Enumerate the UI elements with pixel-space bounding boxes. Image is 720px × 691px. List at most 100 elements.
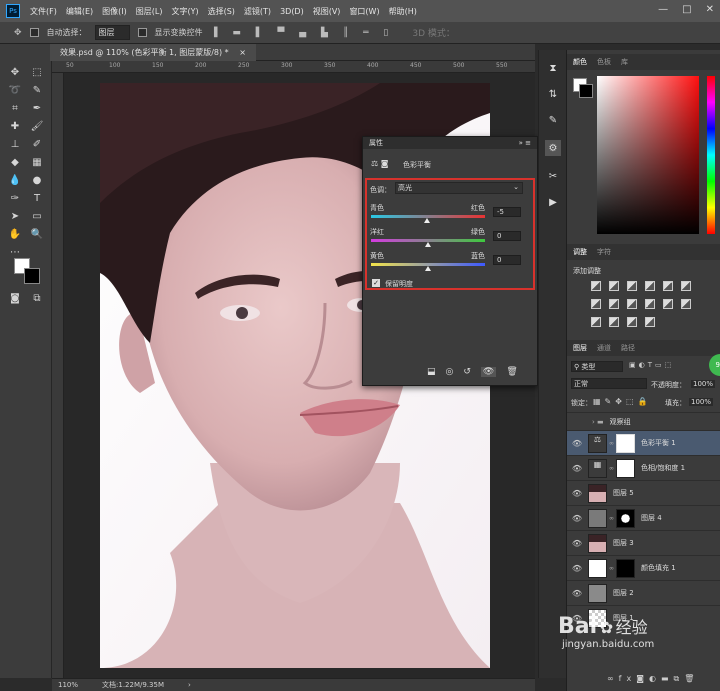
delete-icon[interactable]: 🗑 <box>506 367 517 377</box>
lookup-icon[interactable] <box>663 299 673 309</box>
tone-dropdown[interactable]: 高光 ⌄ <box>395 182 523 194</box>
posterize-icon[interactable] <box>591 317 601 327</box>
show-transform-checkbox[interactable] <box>137 28 147 37</box>
minimize-button[interactable]: — <box>658 4 668 15</box>
menu-help[interactable]: 帮助(H) <box>389 6 417 17</box>
color-balance-icon[interactable] <box>591 299 601 309</box>
panel-menu-icon[interactable]: » ≡ <box>519 139 531 147</box>
document-tab[interactable]: 效果.psd @ 110% (色彩平衡 1, 图层蒙版/8) * × <box>50 44 256 61</box>
layer-kind-filter[interactable]: ⚲ 类型 <box>571 361 623 372</box>
menu-file[interactable]: 文件(F) <box>30 6 57 17</box>
layer-row[interactable]: 👁 图层 2 <box>567 580 720 605</box>
move-icon[interactable]: ✥ <box>6 64 24 80</box>
fill-value[interactable]: 100% <box>689 398 714 406</box>
slider-thumb[interactable] <box>423 218 430 223</box>
pen-icon[interactable]: ✑ <box>6 190 24 206</box>
marquee-icon[interactable]: ⬚ <box>28 64 46 80</box>
tab-paths[interactable]: 路径 <box>621 343 635 353</box>
mixer-icon[interactable] <box>645 299 655 309</box>
auto-select-dropdown[interactable]: 图层 <box>94 25 130 40</box>
slider-thumb[interactable] <box>425 242 431 247</box>
invert-icon[interactable] <box>681 299 691 309</box>
eyedropper-icon[interactable]: ✒ <box>28 100 46 116</box>
eye-icon[interactable]: 👁 <box>570 539 584 548</box>
dodge-icon[interactable]: ● <box>28 172 46 188</box>
eye-icon[interactable]: 👁 <box>570 464 584 473</box>
layer-row-selected[interactable]: 👁 ⚖ ∞ 色彩平衡 1 <box>567 430 720 455</box>
tab-adjustments[interactable]: 调整 <box>573 247 587 257</box>
hue-icon[interactable] <box>681 281 691 291</box>
lasso-icon[interactable]: ➰ <box>6 82 24 98</box>
curves-icon[interactable] <box>627 281 637 291</box>
properties-icon[interactable]: ⚙ <box>545 140 561 156</box>
gradient-map-icon[interactable] <box>627 317 637 327</box>
vibrance-icon[interactable] <box>663 281 673 291</box>
crop-icon[interactable]: ⌗ <box>6 100 24 116</box>
zoom-icon[interactable]: 🔍 <box>28 226 46 242</box>
layer-row[interactable]: › ▬ 观察组 <box>567 412 720 430</box>
tab-character[interactable]: 字符 <box>597 247 611 257</box>
eye-icon[interactable]: 👁 <box>570 564 584 573</box>
move-tool-icon[interactable]: ✥ <box>14 28 22 38</box>
mask-thumb[interactable] <box>616 508 635 528</box>
notification-badge[interactable]: 99 <box>709 354 720 376</box>
magenta-green-value[interactable]: 0 <box>493 231 521 241</box>
bg-swatch[interactable] <box>579 84 593 98</box>
background-color[interactable] <box>24 268 40 284</box>
mask-thumb[interactable] <box>616 433 635 453</box>
opacity-value[interactable]: 100% <box>691 380 716 388</box>
visibility-icon[interactable]: 👁 <box>480 367 497 377</box>
quick-mask-icon[interactable]: ◙ <box>6 290 24 306</box>
levels-icon[interactable] <box>609 281 619 291</box>
menu-type[interactable]: 文字(Y) <box>171 6 198 17</box>
auto-select-checkbox[interactable] <box>29 28 39 37</box>
rectangle-icon[interactable]: ▭ <box>28 208 46 224</box>
yellow-blue-slider[interactable] <box>371 263 485 271</box>
menu-layer[interactable]: 图层(L) <box>136 6 163 17</box>
tab-layers[interactable]: 图层 <box>573 343 587 353</box>
color-field[interactable] <box>597 76 699 234</box>
stamp-icon[interactable]: ⊥ <box>6 136 24 152</box>
clip-icon[interactable]: ⬓ <box>427 367 436 377</box>
photo-filter-icon[interactable] <box>627 299 637 309</box>
close-button[interactable]: ✕ <box>706 4 714 15</box>
layer-row[interactable]: 👁 图层 3 <box>567 530 720 555</box>
menu-image[interactable]: 图像(I) <box>102 6 127 17</box>
play-icon[interactable]: ▶ <box>545 194 561 210</box>
maximize-button[interactable]: □ <box>682 4 691 15</box>
history-icon[interactable]: ⧗ <box>545 60 561 76</box>
view-previous-icon[interactable]: ◎ <box>446 367 454 377</box>
zoom-level[interactable]: 110% <box>58 681 78 689</box>
hand-icon[interactable]: ✋ <box>6 226 24 242</box>
align-icons[interactable]: ▐ ▬ ▌ ▀ ▄ ▙ ║ ═ ▯ <box>211 28 395 38</box>
layers-footer-icons[interactable]: ∞fx◙◐▬⧉🗑 <box>607 674 699 684</box>
mask-thumb[interactable] <box>616 558 635 578</box>
menu-3d[interactable]: 3D(D) <box>280 7 304 16</box>
layer-row[interactable]: 👁 图层 5 <box>567 480 720 505</box>
menu-view[interactable]: 视图(V) <box>313 6 341 17</box>
menu-filter[interactable]: 滤镜(T) <box>244 6 271 17</box>
tools-icon[interactable]: ✂ <box>545 168 561 184</box>
adjustments-icon[interactable]: ⇅ <box>545 86 561 102</box>
reset-icon[interactable]: ↺ <box>463 367 471 377</box>
hue-slider[interactable] <box>707 76 715 234</box>
menu-select[interactable]: 选择(S) <box>208 6 235 17</box>
mask-thumb[interactable] <box>616 458 635 478</box>
gradient-icon[interactable]: ▦ <box>28 154 46 170</box>
slider-thumb[interactable] <box>425 266 431 271</box>
lock-icons[interactable]: ▦✎✥⬚🔒 <box>593 397 651 406</box>
quick-select-icon[interactable]: ✎ <box>28 82 46 98</box>
screen-mode-icon[interactable]: ⧉ <box>28 290 46 306</box>
blur-icon[interactable]: 💧 <box>6 172 24 188</box>
cyan-red-slider[interactable] <box>371 215 485 223</box>
bw-icon[interactable] <box>609 299 619 309</box>
selective-color-icon[interactable] <box>645 317 655 327</box>
menu-window[interactable]: 窗口(W) <box>349 6 379 17</box>
exposure-icon[interactable] <box>645 281 655 291</box>
tab-libraries[interactable]: 库 <box>621 57 628 67</box>
healing-icon[interactable]: ✚ <box>6 118 24 134</box>
doc-info[interactable]: 文档:1.22M/9.35M <box>102 680 164 690</box>
type-icon[interactable]: T <box>28 190 46 206</box>
magenta-green-slider[interactable] <box>371 239 485 247</box>
tab-color[interactable]: 颜色 <box>573 57 587 67</box>
